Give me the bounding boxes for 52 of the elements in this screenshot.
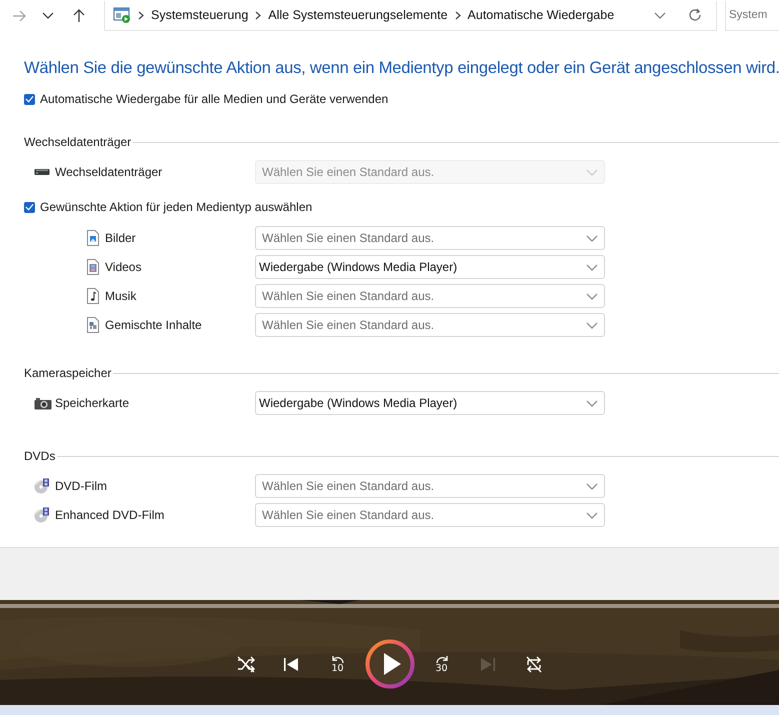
dropdown[interactable]: Wiedergabe (Windows Media Player): [255, 255, 605, 279]
item-label: Bilder: [105, 231, 136, 245]
item-label: Wechseldatenträger: [55, 165, 162, 179]
refresh-icon[interactable]: [688, 8, 702, 22]
breadcrumb-item[interactable]: Alle Systemsteuerungselemente: [268, 8, 448, 22]
breadcrumb-item[interactable]: Automatische Wiedergabe: [468, 8, 614, 22]
chevron-down-icon: [586, 292, 598, 300]
chevron-down-icon: [586, 168, 598, 176]
chevron-icon: [454, 10, 461, 20]
dropdown-chevron-icon[interactable]: [654, 12, 666, 18]
control-panel-icon: [113, 7, 131, 23]
checkbox-label: Automatische Wiedergabe für alle Medien und Geräte verwenden: [40, 92, 388, 106]
chevron-down-icon: [586, 264, 598, 270]
camera-icon: [34, 396, 53, 410]
repeat-off-icon: [524, 656, 542, 672]
dropdown[interactable]: Wählen Sie einen Standard aus.: [255, 284, 605, 308]
chevron-down-icon: [586, 322, 598, 328]
arrow-up-icon: [73, 8, 85, 22]
item-label: Gemischte Inhalte: [105, 318, 202, 332]
item-label: Speicherkarte: [55, 396, 130, 410]
item-label: DVD-Film: [55, 479, 107, 493]
search-field[interactable]: System: [725, 0, 779, 30]
address-bar[interactable]: Systemsteuerung Alle Systemsteuerungselemente Automatische Wiedergabe: [104, 0, 717, 30]
checkbox[interactable]: [24, 94, 35, 104]
section-title: Kameraspeicher: [24, 366, 112, 380]
item-label: Musik: [105, 289, 136, 303]
dropdown[interactable]: Wählen Sie einen Standard aus.: [255, 226, 605, 250]
item-label: Videos: [105, 260, 142, 274]
dropdown[interactable]: Wählen Sie einen Standard aus.: [255, 474, 605, 498]
chevron-down-icon: [586, 482, 598, 490]
chevron-icon: [138, 10, 144, 20]
shuffle-icon: [236, 656, 254, 672]
forward-skip-button[interactable]: 30: [420, 649, 464, 679]
page-heading: Wählen Sie die gewünschte Aktion aus, wenn ein Medientyp eingelegt oder ein Gerät angeschlossen wird.: [24, 59, 779, 78]
item-label: Enhanced DVD-Film: [55, 508, 164, 522]
dropdown[interactable]: Wiedergabe (Windows Media Player): [255, 391, 605, 415]
skip-back-icon: [282, 656, 300, 672]
breadcrumb-item[interactable]: Systemsteuerung: [151, 8, 248, 22]
chevron-down-icon: [586, 234, 598, 242]
section-title: DVDs: [24, 449, 56, 463]
rewind-button[interactable]: 10: [316, 649, 360, 679]
dropdown[interactable]: Wählen Sie einen Standard aus.: [255, 313, 605, 337]
checkbox-label: Gewünschte Aktion für jeden Medientyp auswählen: [40, 200, 312, 214]
chevron-icon: [255, 10, 262, 20]
checkbox[interactable]: [24, 202, 35, 212]
section-title: Wechseldatenträger: [24, 135, 132, 149]
dropdown[interactable]: Wählen Sie einen Standard aus.: [255, 503, 605, 527]
chevron-down-icon: [42, 12, 54, 19]
skip-forward-icon: [478, 656, 496, 672]
arrow-right-icon: [12, 10, 26, 22]
chevron-down-icon: [586, 400, 598, 406]
chevron-down-icon: [586, 512, 598, 518]
